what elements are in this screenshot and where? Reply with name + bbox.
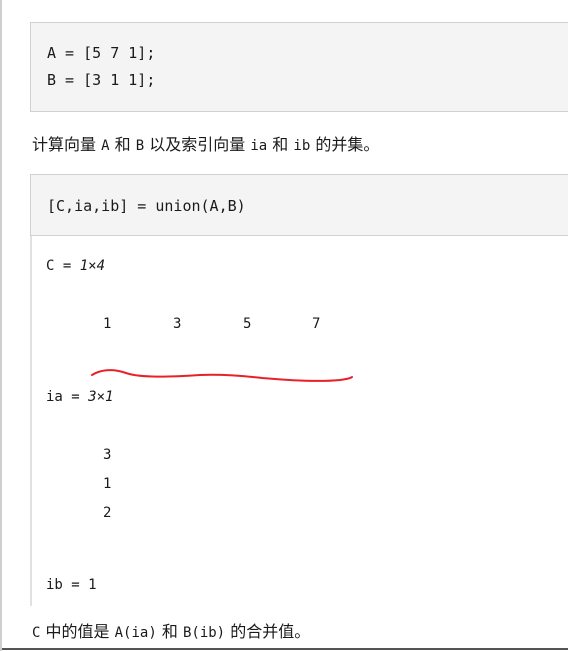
code-block-definitions[interactable]: A = [5 7 1]; B = [3 1 1]; xyxy=(30,22,568,112)
inline-code-a-ia: A(ia) xyxy=(114,625,157,641)
output-ia-value-1: 3 xyxy=(103,447,112,463)
code-block-union-call[interactable]: [C,ia,ib] = union(A,B) xyxy=(30,174,568,236)
inline-code-b-ib: B(ib) xyxy=(182,625,226,641)
paragraph-text: 的并集。 xyxy=(310,135,380,154)
output-ib-line: ib = 1 xyxy=(46,577,97,593)
bottom-divider xyxy=(2,648,568,650)
output-c-header: C = 1×4 xyxy=(46,256,105,276)
code-line-b: B = [3 1 1]; xyxy=(47,71,156,89)
output-c-size: 1×4 xyxy=(79,258,106,274)
paragraph-text: 和 xyxy=(267,135,294,154)
output-c-value-3: 5 xyxy=(243,316,252,332)
paragraph-text: 以及索引向量 xyxy=(144,135,251,154)
paragraph-union-description: 计算向量 A 和 B 以及索引向量 ia 和 ib 的并集。 xyxy=(32,134,379,157)
paragraph-union-result: C 中的值是 A(ia) 和 B(ib) 的合并值。 xyxy=(32,621,310,644)
inline-code-ia: ia xyxy=(250,138,268,154)
paragraph-text: 计算向量 xyxy=(32,135,102,154)
inline-code-a: A xyxy=(101,138,110,154)
output-ia-value-2: 1 xyxy=(103,476,112,492)
command-output xyxy=(30,236,568,606)
output-c-label: C = xyxy=(46,258,80,274)
paragraph-text: 的合并值。 xyxy=(225,622,311,641)
inline-code-b: B xyxy=(135,138,145,154)
document-page: A = [5 7 1]; B = [3 1 1]; 计算向量 A 和 B 以及索… xyxy=(0,0,568,651)
output-c-value-2: 3 xyxy=(173,316,182,332)
output-ia-label: ia = xyxy=(46,389,89,405)
code-line-a: A = [5 7 1]; xyxy=(47,44,156,62)
output-ia-value-3: 2 xyxy=(103,505,112,521)
paragraph-text: 中的值是 xyxy=(40,622,115,641)
paragraph-text: 和 xyxy=(156,622,183,641)
code-line-union: [C,ia,ib] = union(A,B) xyxy=(47,197,246,215)
output-c-value-4: 7 xyxy=(312,316,321,332)
output-c-value-1: 1 xyxy=(103,316,112,332)
inline-code-ib: ib xyxy=(293,138,311,154)
output-ia-header: ia = 3×1 xyxy=(46,387,113,407)
paragraph-text: 和 xyxy=(109,135,136,154)
output-ia-size: 3×1 xyxy=(88,389,114,405)
